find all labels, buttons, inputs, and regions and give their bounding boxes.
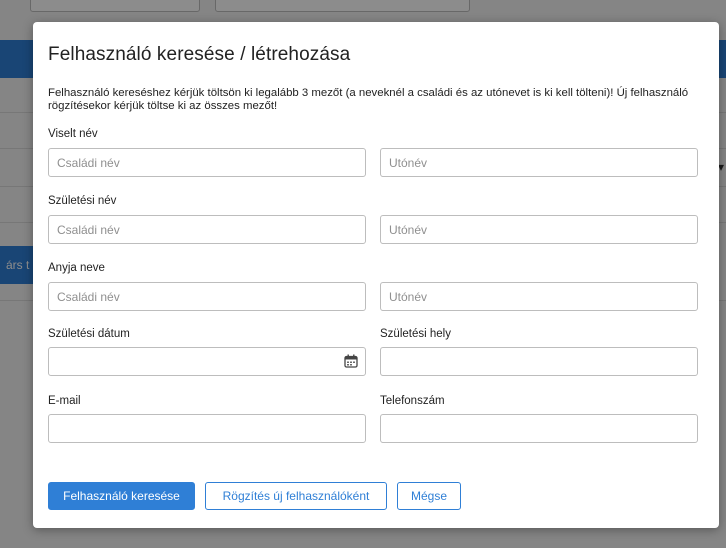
birth-place-input[interactable] xyxy=(380,347,698,376)
modal-title: Felhasználó keresése / létrehozása xyxy=(48,44,351,65)
calendar-icon[interactable] xyxy=(344,354,358,368)
szuletesi-hely-label: Születési hely xyxy=(380,328,451,340)
anyja-neve-label: Anyja neve xyxy=(48,262,105,274)
phone-input[interactable] xyxy=(380,414,698,443)
anyja-neve-given-input[interactable] xyxy=(380,282,698,311)
cancel-button[interactable]: Mégse xyxy=(397,482,461,510)
modal-description: Felhasználó kereséshez kérjük töltsön ki… xyxy=(48,87,689,112)
viselt-nev-given-input[interactable] xyxy=(380,148,698,177)
birth-date-input[interactable] xyxy=(48,347,366,376)
szuletesi-nev-given-input[interactable] xyxy=(380,215,698,244)
viselt-nev-family-input[interactable] xyxy=(48,148,366,177)
viselt-nev-label: Viselt név xyxy=(48,128,98,140)
szuletesi-datum-label: Születési dátum xyxy=(48,328,130,340)
birth-date-picker xyxy=(48,347,366,376)
search-user-button[interactable]: Felhasználó keresése xyxy=(48,482,195,510)
email-input[interactable] xyxy=(48,414,366,443)
anyja-neve-family-input[interactable] xyxy=(48,282,366,311)
szuletesi-nev-family-input[interactable] xyxy=(48,215,366,244)
telefonszam-label: Telefonszám xyxy=(380,395,445,407)
email-label: E-mail xyxy=(48,395,81,407)
register-new-user-button[interactable]: Rögzítés új felhasználóként xyxy=(205,482,387,510)
szuletesi-nev-label: Születési név xyxy=(48,195,117,207)
user-search-modal: Felhasználó keresése / létrehozása Felha… xyxy=(33,22,719,528)
